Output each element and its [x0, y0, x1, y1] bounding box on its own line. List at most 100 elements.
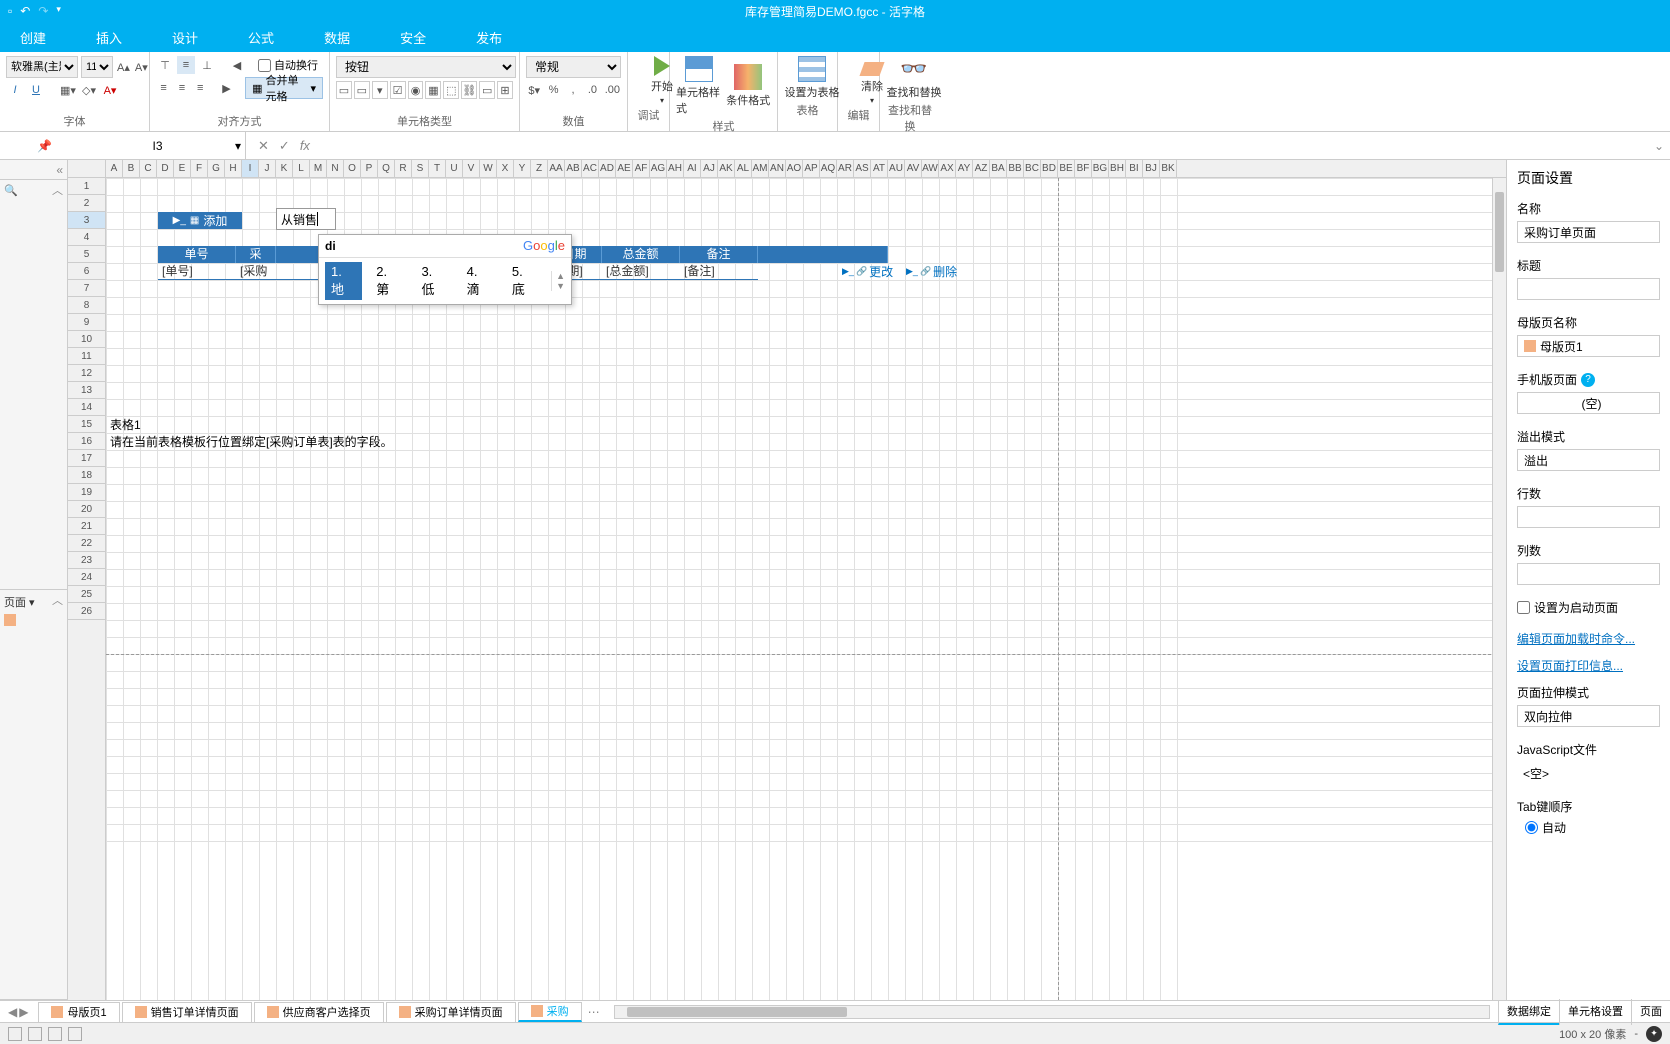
- horizontal-scrollbar[interactable]: [614, 1005, 1490, 1019]
- col-header[interactable]: V: [463, 160, 480, 177]
- col-header[interactable]: BI: [1126, 160, 1143, 177]
- cols-input[interactable]: [1517, 563, 1660, 585]
- row-header[interactable]: 25: [68, 586, 105, 603]
- celltype-select[interactable]: 按钮: [336, 56, 516, 78]
- menu-data[interactable]: 数据: [314, 24, 360, 51]
- status-icon-1[interactable]: [8, 1027, 22, 1041]
- col-header[interactable]: I: [242, 160, 259, 177]
- table-data-cell[interactable]: [采购: [236, 263, 276, 279]
- setastable-button[interactable]: 设置为表格: [784, 56, 840, 100]
- decrease-decimal-icon[interactable]: .00: [604, 81, 621, 99]
- row-header[interactable]: 5: [68, 246, 105, 263]
- col-header[interactable]: E: [174, 160, 191, 177]
- col-header[interactable]: AO: [786, 160, 803, 177]
- delete-link[interactable]: ▶_🔗删除: [906, 263, 957, 280]
- bottom-tab-databind[interactable]: 数据绑定: [1498, 999, 1559, 1025]
- row-header[interactable]: 21: [68, 518, 105, 535]
- cellstyle-button[interactable]: 单元格样式: [676, 56, 722, 116]
- row-header[interactable]: 18: [68, 467, 105, 484]
- bottom-tab-page[interactable]: 页面: [1631, 999, 1670, 1025]
- sheet-tab-sales[interactable]: 销售订单详情页面: [122, 1002, 252, 1022]
- col-header[interactable]: AW: [922, 160, 939, 177]
- ime-candidate-1[interactable]: 1. 地: [325, 262, 362, 300]
- align-right-icon[interactable]: ≡: [193, 79, 208, 97]
- row-header[interactable]: 7: [68, 280, 105, 297]
- col-header[interactable]: G: [208, 160, 225, 177]
- print-link[interactable]: 设置页面打印信息...: [1517, 657, 1660, 674]
- col-header[interactable]: P: [361, 160, 378, 177]
- col-header[interactable]: A: [106, 160, 123, 177]
- table-data-cell[interactable]: [备注]: [680, 263, 758, 279]
- js-value[interactable]: <空>: [1517, 762, 1660, 784]
- taborder-auto-radio[interactable]: 自动: [1525, 819, 1660, 836]
- rows-input[interactable]: [1517, 506, 1660, 528]
- menu-create[interactable]: 创建: [10, 24, 56, 51]
- row-header[interactable]: 3: [68, 212, 105, 229]
- namebox-dropdown-icon[interactable]: ▾: [235, 139, 241, 153]
- col-header[interactable]: AY: [956, 160, 973, 177]
- align-bottom-icon[interactable]: ⊥: [198, 56, 216, 74]
- undo-icon[interactable]: ↶: [20, 4, 30, 18]
- redo-icon[interactable]: ↷: [38, 4, 48, 18]
- row-header[interactable]: 10: [68, 331, 105, 348]
- col-header[interactable]: AS: [854, 160, 871, 177]
- editing-cell[interactable]: 从销售: [276, 208, 336, 230]
- startup-checkbox[interactable]: 设置为启动页面: [1517, 599, 1660, 616]
- ct-icon-8[interactable]: ⛓: [461, 81, 477, 99]
- col-header[interactable]: AG: [650, 160, 667, 177]
- ct-icon-10[interactable]: ⊞: [497, 81, 513, 99]
- col-header[interactable]: AT: [871, 160, 888, 177]
- col-header[interactable]: BF: [1075, 160, 1092, 177]
- fill-color-icon[interactable]: ◇▾: [80, 81, 98, 99]
- increase-decimal-icon[interactable]: .0: [584, 81, 600, 99]
- ct-icon-5[interactable]: ◉: [408, 81, 424, 99]
- ct-icon-3[interactable]: ▾: [372, 81, 388, 99]
- decrease-font-icon[interactable]: A▾: [134, 58, 149, 76]
- overflow-select[interactable]: [1517, 449, 1660, 471]
- col-header[interactable]: K: [276, 160, 293, 177]
- row-header[interactable]: 15: [68, 416, 105, 433]
- status-icon-4[interactable]: [68, 1027, 82, 1041]
- col-header[interactable]: AK: [718, 160, 735, 177]
- col-header[interactable]: AZ: [973, 160, 990, 177]
- row-header[interactable]: 23: [68, 552, 105, 569]
- percent-icon[interactable]: %: [545, 81, 561, 99]
- font-family-select[interactable]: 软雅黑(主题字体): [6, 56, 78, 78]
- autowrap-checkbox[interactable]: 自动换行: [258, 57, 318, 73]
- master-select[interactable]: 母版页1: [1517, 335, 1660, 357]
- formula-expand-icon[interactable]: ⌄: [1648, 139, 1670, 153]
- cells-area[interactable]: ▶_ ▦ 添加 从销售 di Google 1. 地 2. 第 3. 低: [106, 178, 1506, 1000]
- sheet-tab-purchase[interactable]: 采购: [518, 1002, 582, 1022]
- menu-publish[interactable]: 发布: [466, 24, 512, 51]
- select-all-corner[interactable]: [68, 160, 106, 177]
- col-header[interactable]: AJ: [701, 160, 718, 177]
- col-header[interactable]: AV: [905, 160, 922, 177]
- col-header[interactable]: BH: [1109, 160, 1126, 177]
- col-header[interactable]: S: [412, 160, 429, 177]
- row-header[interactable]: 26: [68, 603, 105, 620]
- col-header[interactable]: W: [480, 160, 497, 177]
- col-header[interactable]: AC: [582, 160, 599, 177]
- section-collapse-icon[interactable]: ︿: [52, 182, 63, 198]
- col-header[interactable]: M: [310, 160, 327, 177]
- findreplace-button[interactable]: 👓查找和替换: [886, 56, 942, 100]
- table-data-cell[interactable]: [单号]: [158, 263, 236, 279]
- col-header[interactable]: C: [140, 160, 157, 177]
- border-icon[interactable]: ▦▾: [59, 81, 77, 99]
- row-header[interactable]: 14: [68, 399, 105, 416]
- indent-left-icon[interactable]: ◀: [228, 56, 246, 74]
- align-top-icon[interactable]: ⊤: [156, 56, 174, 74]
- row-header[interactable]: 24: [68, 569, 105, 586]
- align-center-icon[interactable]: ≡: [174, 79, 189, 97]
- add-button[interactable]: ▶_ ▦ 添加: [158, 212, 242, 229]
- menu-formula[interactable]: 公式: [238, 24, 284, 51]
- status-icon-3[interactable]: [48, 1027, 62, 1041]
- col-header[interactable]: AH: [667, 160, 684, 177]
- col-header[interactable]: Z: [531, 160, 548, 177]
- col-header[interactable]: BG: [1092, 160, 1109, 177]
- ct-icon-2[interactable]: ▭: [354, 81, 370, 99]
- menu-design[interactable]: 设计: [162, 24, 208, 51]
- col-header[interactable]: BC: [1024, 160, 1041, 177]
- help-icon[interactable]: ?: [1581, 373, 1595, 387]
- col-header[interactable]: AA: [548, 160, 565, 177]
